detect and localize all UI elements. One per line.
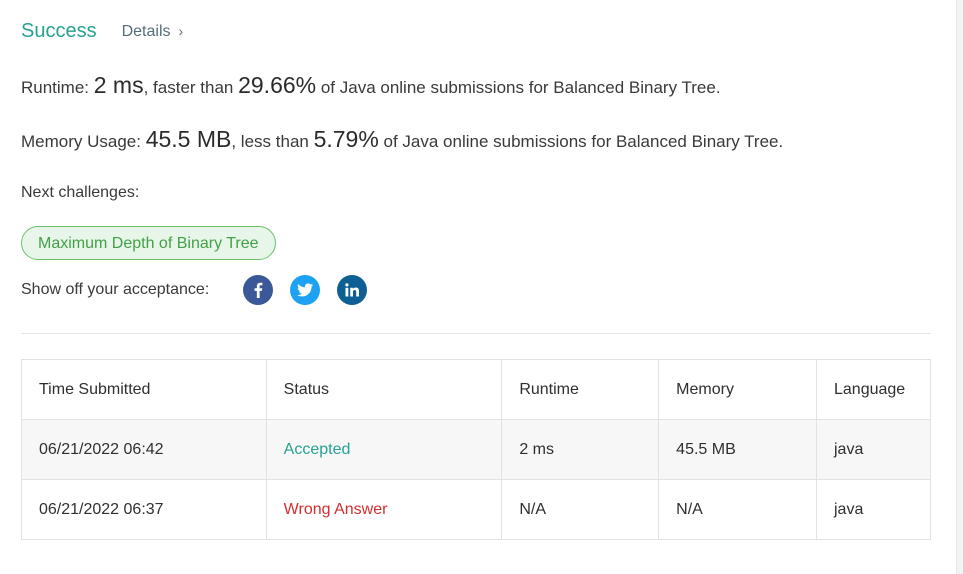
next-challenges-title: Next challenges:	[21, 184, 140, 201]
runtime-suffix: of Java online submissions for Balanced …	[316, 78, 721, 97]
result-header: Success Details ›	[21, 20, 183, 43]
runtime-mid-text: , faster than	[143, 78, 239, 97]
facebook-icon[interactable]	[243, 275, 274, 305]
cell-time-submitted: 06/21/2022 06:37	[21, 479, 267, 540]
details-link[interactable]: Details ›	[122, 23, 184, 41]
header-status: Status	[265, 359, 503, 420]
memory-value: 45.5 MB	[145, 126, 232, 152]
runtime-value: 2 ms	[93, 72, 144, 98]
section-divider	[21, 333, 931, 334]
cell-runtime: N/A	[501, 479, 660, 540]
runtime-label: Runtime:	[21, 78, 94, 97]
details-label: Details	[121, 22, 171, 40]
cell-runtime: 2 ms	[501, 419, 660, 480]
share-row: Show off your acceptance:	[21, 275, 384, 305]
cell-status-link[interactable]: Wrong Answer	[265, 479, 503, 540]
submission-result-page: Success Details › Runtime: 2 ms, faster …	[0, 0, 963, 574]
cell-time-submitted: 06/21/2022 06:42	[21, 419, 267, 480]
submissions-table: Time Submitted Status Runtime Memory Lan…	[21, 359, 931, 540]
table-header-row: Time Submitted Status Runtime Memory Lan…	[21, 359, 931, 420]
memory-stat: Memory Usage: 45.5 MB, less than 5.79% o…	[21, 126, 783, 153]
twitter-glyph	[297, 283, 314, 297]
facebook-glyph	[254, 282, 263, 298]
memory-suffix: of Java online submissions for Balanced …	[378, 132, 784, 151]
share-label: Show off your acceptance:	[21, 281, 210, 298]
cell-memory: 45.5 MB	[658, 419, 817, 480]
cell-status-link[interactable]: Accepted	[265, 419, 503, 480]
status-success-label: Success	[21, 20, 97, 42]
scrollbar-track[interactable]	[956, 0, 963, 574]
table-row: 06/21/2022 06:42 Accepted 2 ms 45.5 MB j…	[21, 419, 931, 480]
memory-label: Memory Usage:	[21, 132, 146, 151]
header-language: Language	[816, 359, 931, 420]
next-challenge-pill[interactable]: Maximum Depth of Binary Tree	[21, 226, 276, 260]
table-row: 06/21/2022 06:37 Wrong Answer N/A N/A ja…	[21, 479, 931, 540]
header-runtime: Runtime	[501, 359, 660, 420]
cell-language: java	[816, 479, 931, 540]
linkedin-glyph	[345, 283, 360, 297]
chevron-right-icon: ›	[178, 22, 184, 39]
runtime-percent: 29.66%	[238, 72, 317, 98]
twitter-icon[interactable]	[290, 275, 321, 305]
linkedin-icon[interactable]	[337, 275, 368, 305]
cell-memory: N/A	[658, 479, 817, 540]
header-time-submitted: Time Submitted	[21, 359, 267, 420]
memory-mid-text: , less than	[231, 132, 314, 151]
header-memory: Memory	[658, 359, 817, 420]
runtime-stat: Runtime: 2 ms, faster than 29.66% of Jav…	[21, 72, 721, 99]
cell-language: java	[816, 419, 931, 480]
memory-percent: 5.79%	[313, 126, 379, 152]
